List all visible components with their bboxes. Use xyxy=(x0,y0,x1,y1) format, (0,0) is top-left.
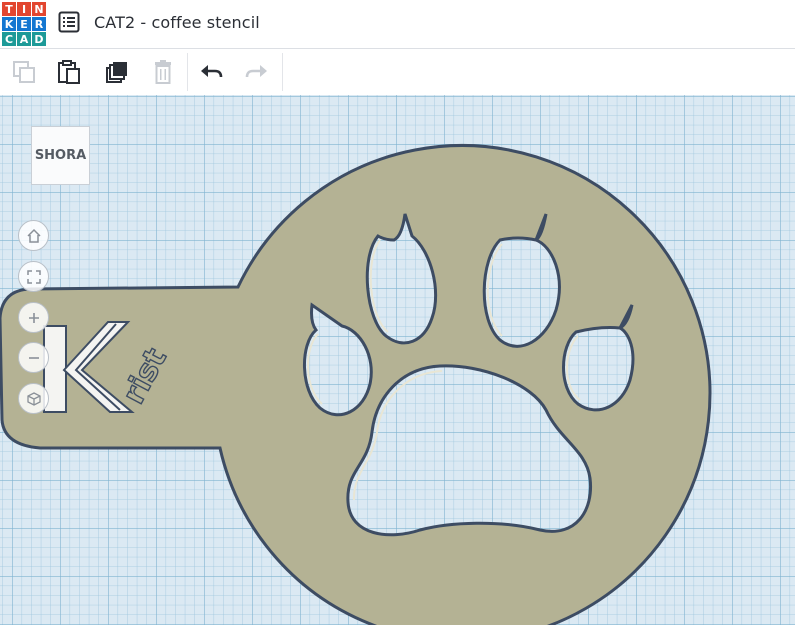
logo-letter: I xyxy=(17,2,31,16)
copy-button[interactable] xyxy=(10,58,38,86)
view-cube-face-label: SHORA xyxy=(34,148,87,163)
zoom-in-button[interactable] xyxy=(18,302,49,333)
delete-button[interactable] xyxy=(149,58,177,86)
fit-view-icon xyxy=(26,269,41,284)
redo-icon xyxy=(245,65,267,78)
logo-letter: R xyxy=(32,17,46,31)
trash-icon xyxy=(155,60,171,84)
fit-view-button[interactable] xyxy=(18,261,49,292)
home-icon xyxy=(26,228,41,243)
design-list-button[interactable] xyxy=(58,11,80,33)
toolbar-divider xyxy=(187,53,188,91)
paste-button[interactable] xyxy=(55,58,83,86)
workplane[interactable]: rist xyxy=(0,95,795,625)
home-view-button[interactable] xyxy=(18,220,49,251)
zoom-out-button[interactable] xyxy=(18,342,49,373)
toolbar-divider xyxy=(282,53,283,91)
zoom-in-icon xyxy=(28,312,39,323)
logo-letter: D xyxy=(32,32,46,46)
logo-letter: C xyxy=(2,32,16,46)
logo-letter: A xyxy=(17,32,31,46)
view-cube[interactable]: SHORA xyxy=(31,126,90,185)
redo-button[interactable] xyxy=(243,58,271,86)
tinkercad-logo[interactable]: TIN KER CAD xyxy=(2,2,46,46)
list-icon xyxy=(58,11,80,33)
paste-icon xyxy=(58,60,80,84)
perspective-button[interactable] xyxy=(18,383,49,414)
duplicate-button[interactable] xyxy=(103,58,131,86)
top-bar: TIN KER CAD CAT2 - coffee stencil xyxy=(0,0,795,49)
undo-button[interactable] xyxy=(197,58,225,86)
logo-letter: N xyxy=(32,2,46,16)
logo-letter: T xyxy=(2,2,16,16)
logo-letter: K xyxy=(2,17,16,31)
perspective-icon xyxy=(26,391,41,406)
zoom-out-icon xyxy=(28,356,39,359)
undo-icon xyxy=(201,65,223,78)
design-title[interactable]: CAT2 - coffee stencil xyxy=(94,13,260,32)
logo-letter: E xyxy=(17,17,31,31)
edit-toolbar xyxy=(0,49,795,95)
workplane-canvas[interactable]: rist xyxy=(0,95,795,625)
copy-icon xyxy=(13,61,35,83)
duplicate-icon xyxy=(106,62,127,83)
